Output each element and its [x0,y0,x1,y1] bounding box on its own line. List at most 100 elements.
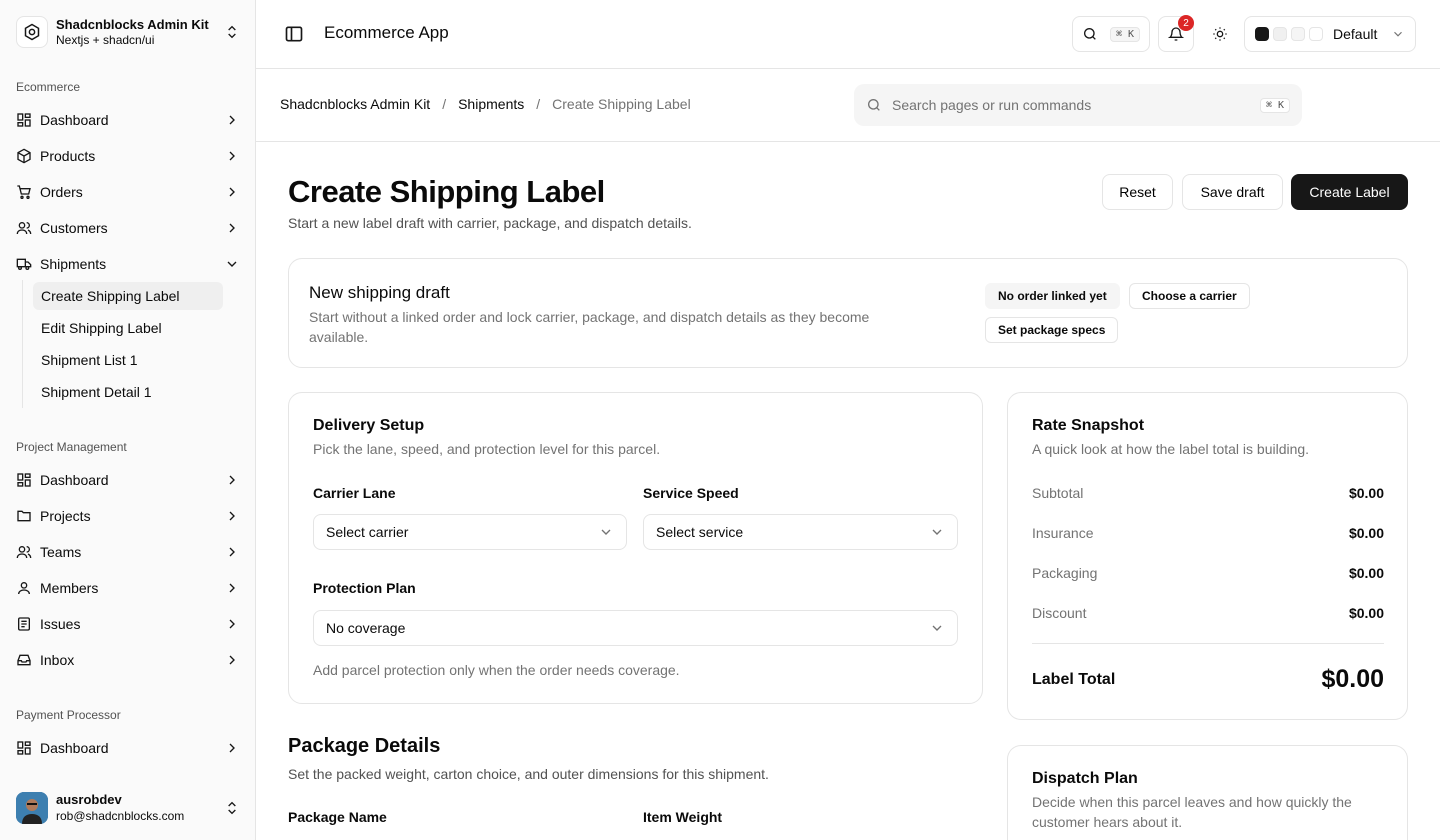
item-weight-label: Item Weight [643,809,723,825]
rate-key: Discount [1032,605,1087,621]
chevron-right-icon [229,583,235,593]
chevron-right-icon [229,151,235,161]
top-header: Ecommerce App ⌘ K 2 Default [256,0,1440,69]
nav-ecommerce-dashboard[interactable]: Dashboard [8,104,248,136]
dashboard-icon [16,112,32,128]
chip-choose-carrier: Choose a carrier [1129,283,1250,309]
rate-key: Insurance [1032,525,1094,541]
folder-icon [16,508,32,524]
create-label-button[interactable]: Create Label [1291,174,1408,210]
carrier-lane-select[interactable]: Select carrier [313,514,627,550]
chevron-right-icon [229,223,235,233]
chevron-down-icon [601,529,611,535]
nav-orders[interactable]: Orders [8,176,248,208]
carrier-lane-value: Select carrier [326,524,409,540]
search-input[interactable]: Search pages or run commands ⌘ K [854,84,1302,126]
nav-projects[interactable]: Projects [8,500,248,532]
nav-inbox[interactable]: Inbox [8,644,248,676]
team-subtitle: Nextjs + shadcn/ui [56,32,155,47]
nav-label: Issues [40,616,81,632]
carrier-lane-label: Carrier Lane [313,485,396,501]
protection-plan-value: No coverage [326,620,406,636]
nav-shipments[interactable]: Shipments [8,248,248,280]
theme-toggle-button[interactable] [1202,16,1238,52]
rate-row-discount: Discount $0.00 [1032,605,1384,621]
chevrons-up-down-icon [228,25,236,39]
nav-pm-dashboard[interactable]: Dashboard [8,464,248,496]
page-title: Create Shipping Label [288,174,605,209]
command-search-button[interactable]: ⌘ K [1072,16,1150,52]
search-kbd: ⌘ K [1259,97,1290,113]
app-title: Ecommerce App [324,23,449,42]
search-icon [868,99,880,111]
sub-edit-shipping-label[interactable]: Edit Shipping Label [33,314,223,342]
chevron-down-icon [932,529,942,535]
dashboard-icon [16,472,32,488]
dispatch-plan-card: Dispatch Plan Decide when this parcel le… [1007,745,1408,840]
sub-create-shipping-label[interactable]: Create Shipping Label [33,282,223,310]
sidebar-toggle-icon[interactable] [284,24,304,44]
rate-value: $0.00 [1348,605,1384,621]
breadcrumb-separator: / [536,96,541,112]
package-name-label: Package Name [288,809,387,825]
avatar [16,792,48,824]
team-switcher[interactable]: Shadcnblocks Admin Kit Nextjs + shadcn/u… [8,8,248,56]
rate-row-subtotal: Subtotal $0.00 [1032,485,1384,501]
reset-button[interactable]: Reset [1102,174,1173,210]
breadcrumb-shipments[interactable]: Shipments [458,96,524,112]
nav-payment-dashboard[interactable]: Dashboard [8,732,248,764]
chevron-down-icon [1394,31,1402,37]
chevron-right-icon [229,619,235,629]
team-logo-icon [16,16,48,48]
theme-label: Default [1333,26,1378,42]
theme-select[interactable]: Default [1244,16,1416,52]
package-details-description: Set the packed weight, carton choice, an… [288,766,769,782]
package-icon [16,148,32,164]
sub-shipment-detail[interactable]: Shipment Detail 1 [33,378,223,406]
rate-value: $0.00 [1348,525,1384,541]
inbox-icon [16,652,32,668]
nav-members[interactable]: Members [8,572,248,604]
sub-shipment-list[interactable]: Shipment List 1 [33,346,223,374]
protection-plan-label: Protection Plan [313,580,416,596]
service-speed-select[interactable]: Select service [643,514,958,550]
list-icon [16,616,32,632]
nav-label: Customers [40,220,108,236]
user-name: ausrobdev [56,792,122,808]
rate-snapshot-card: Rate Snapshot A quick look at how the la… [1007,392,1408,720]
group-label-project-management: Project Management [16,440,127,454]
nav-label: Members [40,580,99,596]
delivery-description: Pick the lane, speed, and protection lev… [313,441,661,457]
chevron-right-icon [229,187,235,197]
swatch-dark [1255,27,1269,41]
rate-row-packaging: Packaging $0.00 [1032,565,1384,581]
user-menu[interactable]: ausrobdev rob@shadcnblocks.com [8,784,248,832]
delivery-setup-card: Delivery Setup Pick the lane, speed, and… [288,392,983,704]
search-icon [1083,28,1096,40]
rate-description: A quick look at how the label total is b… [1032,441,1310,457]
truck-icon [16,256,32,272]
chevron-down-icon [932,625,942,631]
sidebar: Shadcnblocks Admin Kit Nextjs + shadcn/u… [0,0,256,840]
rate-title: Rate Snapshot [1032,417,1145,434]
swatch-white [1309,27,1323,41]
breadcrumb-root[interactable]: Shadcnblocks Admin Kit [280,96,430,112]
protection-plan-select[interactable]: No coverage [313,610,958,646]
rate-row-insurance: Insurance $0.00 [1032,525,1384,541]
save-draft-button[interactable]: Save draft [1182,174,1283,210]
nav-label: Dashboard [40,472,109,488]
draft-card: New shipping draft Start without a linke… [288,258,1408,368]
service-speed-label: Service Speed [643,485,739,501]
nav-customers[interactable]: Customers [8,212,248,244]
chevron-right-icon [229,115,235,125]
breadcrumb-bar: Shadcnblocks Admin Kit / Shipments / Cre… [256,69,1440,142]
notification-badge: 2 [1178,15,1194,31]
user-email: rob@shadcnblocks.com [56,808,185,823]
shortcut-kbd: ⌘ K [1109,26,1141,42]
nav-label: Projects [40,508,91,524]
nav-products[interactable]: Products [8,140,248,172]
nav-teams[interactable]: Teams [8,536,248,568]
rate-key: Packaging [1032,565,1098,581]
dispatch-description: Decide when this parcel leaves and how q… [1032,794,1352,830]
nav-issues[interactable]: Issues [8,608,248,640]
